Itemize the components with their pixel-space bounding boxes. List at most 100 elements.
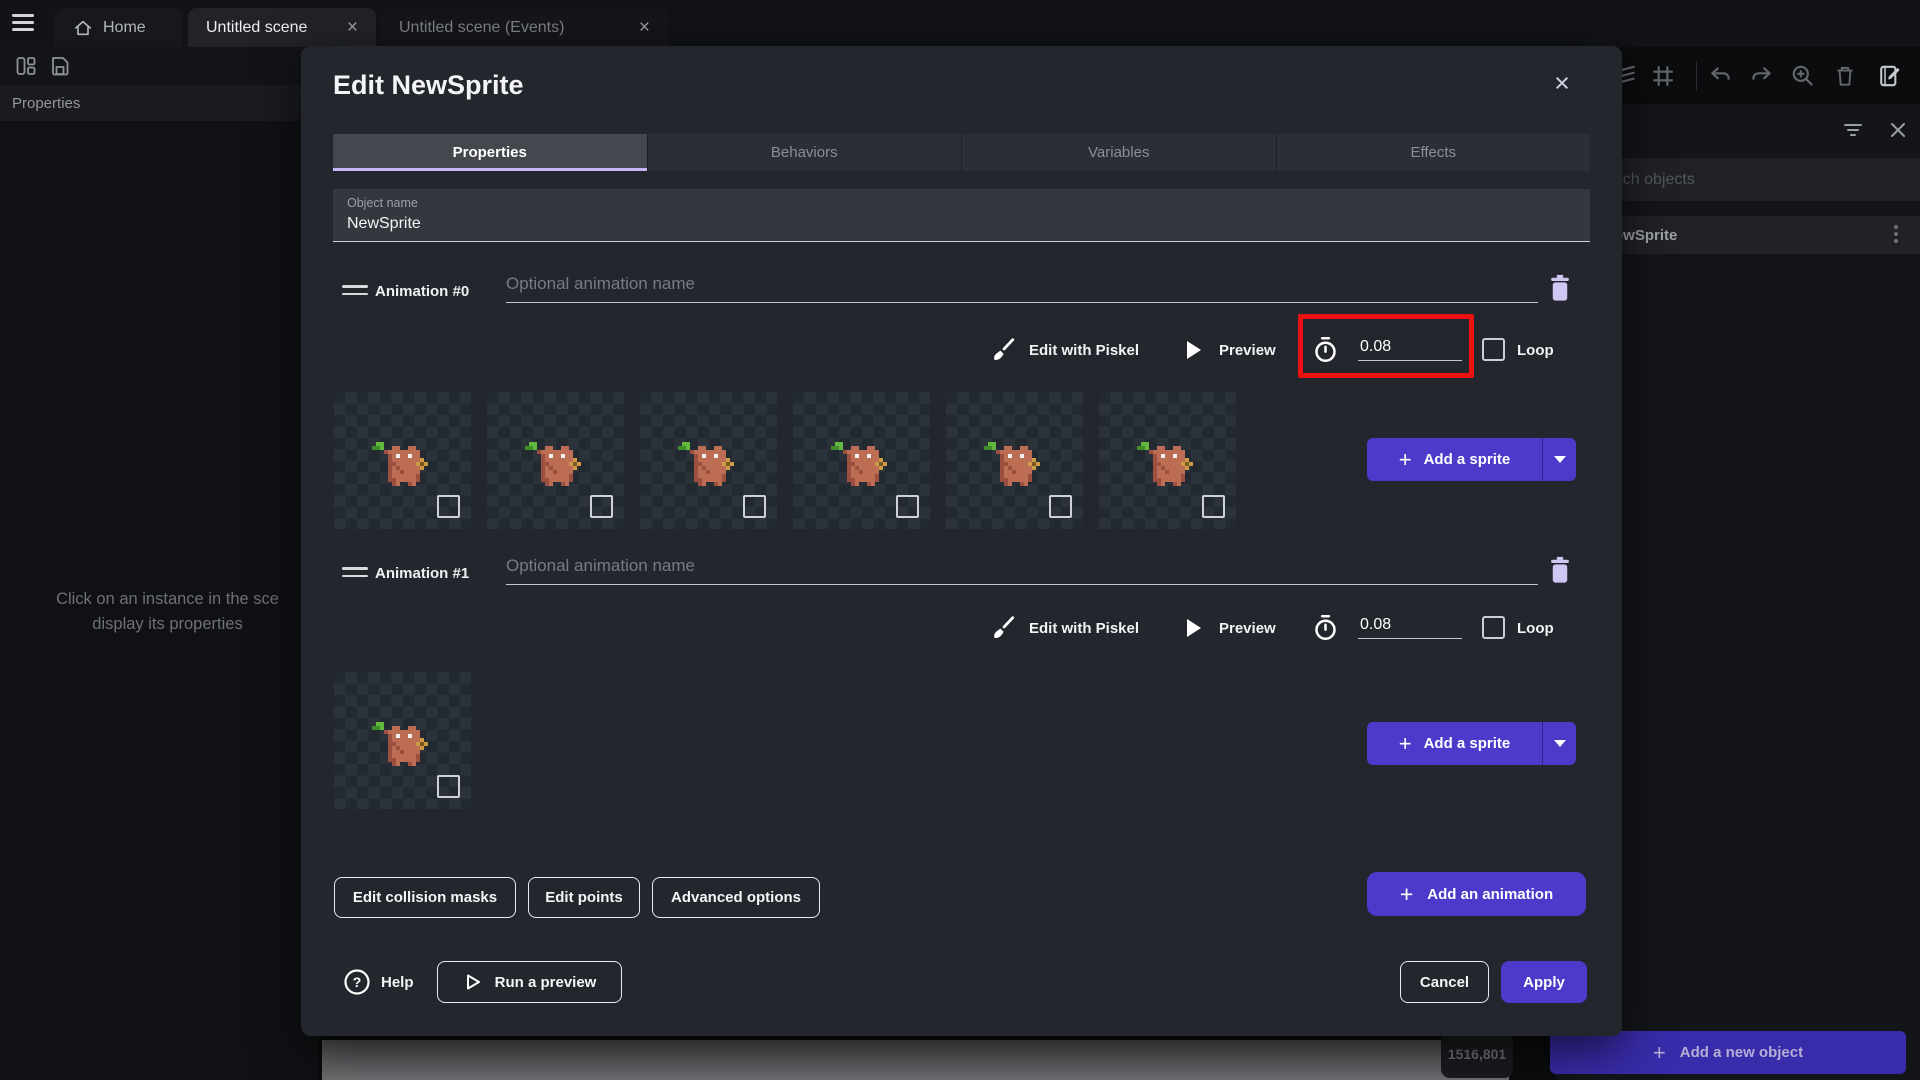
animation-1-name-input[interactable]: [506, 556, 1538, 585]
edit-with-piskel-button[interactable]: Edit with Piskel: [1029, 342, 1139, 359]
sprite-frame-tile[interactable]: [640, 392, 777, 529]
sprite-frame-tile[interactable]: [487, 392, 624, 529]
cancel-button[interactable]: Cancel: [1400, 961, 1489, 1003]
close-dialog-icon[interactable]: ×: [1547, 68, 1577, 98]
tab-label: Home: [103, 18, 146, 36]
preview-button[interactable]: Preview: [1219, 342, 1276, 359]
pig-sprite-image: [368, 434, 372, 438]
pig-sprite-image: [827, 434, 831, 438]
add-new-object-button[interactable]: + Add a new object: [1550, 1031, 1906, 1074]
main-menu-icon[interactable]: [12, 14, 34, 32]
toolbar-divider: [1696, 61, 1697, 91]
grid-icon[interactable]: [1650, 63, 1676, 89]
plus-icon: +: [1652, 1039, 1666, 1065]
plus-icon: +: [1398, 446, 1412, 472]
animation-0-label: Animation #0: [375, 283, 470, 300]
help-button[interactable]: Help: [381, 974, 414, 991]
delete-animation-icon[interactable]: [1548, 274, 1572, 302]
add-sprite-dropdown[interactable]: [1543, 438, 1576, 481]
tab-variables[interactable]: Variables: [961, 134, 1276, 171]
edit-with-piskel-button[interactable]: Edit with Piskel: [1029, 620, 1139, 637]
top-tab-bar: Home Untitled scene × Untitled scene (Ev…: [0, 0, 1920, 47]
add-sprite-dropdown[interactable]: [1543, 722, 1576, 765]
tab-label: Untitled scene (Events): [399, 18, 565, 36]
sprite-frame-tile[interactable]: [334, 392, 471, 529]
add-sprite-split-button: + Add a sprite: [1367, 438, 1576, 481]
animation-1-label: Animation #1: [375, 565, 470, 582]
frame-checkbox[interactable]: [743, 495, 766, 518]
add-sprite-button[interactable]: + Add a sprite: [1367, 722, 1543, 765]
sprite-frame-tile[interactable]: [334, 672, 471, 809]
filter-icon[interactable]: [1842, 120, 1864, 140]
animation-0-name-input[interactable]: [506, 274, 1538, 303]
cursor-coordinates-chip: 1516,801: [1441, 1030, 1513, 1078]
properties-panel: Properties Click on an instance in the s…: [0, 47, 318, 1080]
chevron-down-icon: [1553, 456, 1566, 463]
tab-behaviors[interactable]: Behaviors: [646, 134, 961, 171]
brush-icon: [994, 338, 1015, 360]
save-icon[interactable]: [48, 54, 72, 78]
sprite-frame-tile[interactable]: [1099, 392, 1236, 529]
time-between-frames-input[interactable]: [1358, 616, 1462, 639]
close-tab-icon[interactable]: ×: [639, 18, 650, 37]
edit-collision-masks-button[interactable]: Edit collision masks: [334, 877, 516, 918]
frame-checkbox[interactable]: [1202, 495, 1225, 518]
edit-sprite-dialog: Edit NewSprite × Properties Behaviors Va…: [301, 46, 1622, 1036]
edit-points-button[interactable]: Edit points: [528, 877, 640, 918]
play-icon[interactable]: [1187, 341, 1201, 359]
redo-icon[interactable]: [1748, 63, 1774, 89]
loop-checkbox[interactable]: [1482, 616, 1505, 639]
dialog-tabs: Properties Behaviors Variables Effects: [333, 134, 1590, 171]
add-animation-button[interactable]: + Add an animation: [1367, 872, 1586, 916]
tab-label: Untitled scene: [206, 18, 308, 36]
time-between-frames-input[interactable]: [1358, 338, 1462, 361]
left-toolbar: [0, 47, 318, 85]
pig-sprite-image: [1133, 434, 1137, 438]
undo-icon[interactable]: [1708, 63, 1734, 89]
plus-icon: +: [1399, 880, 1414, 907]
advanced-options-button[interactable]: Advanced options: [652, 877, 820, 918]
add-sprite-button[interactable]: + Add a sprite: [1367, 438, 1543, 481]
tab-untitled-scene-events[interactable]: Untitled scene (Events) ×: [381, 8, 668, 47]
object-name-field[interactable]: Object name NewSprite: [333, 189, 1590, 242]
chevron-down-icon: [1553, 740, 1566, 747]
tab-home[interactable]: Home: [55, 8, 183, 47]
preview-button[interactable]: Preview: [1219, 620, 1276, 637]
sprite-frame-tile[interactable]: [946, 392, 1083, 529]
tab-effects[interactable]: Effects: [1275, 134, 1590, 171]
frame-checkbox[interactable]: [1049, 495, 1072, 518]
animation-drag-handle[interactable]: [342, 285, 368, 297]
loop-checkbox[interactable]: [1482, 338, 1505, 361]
delete-animation-icon[interactable]: [1548, 556, 1572, 584]
object-name-field-label: Object name: [347, 196, 418, 210]
panel-layout-icon[interactable]: [14, 54, 38, 78]
close-tab-icon[interactable]: ×: [347, 18, 358, 37]
svg-text:?: ?: [353, 974, 362, 990]
trash-icon[interactable]: [1832, 63, 1858, 89]
help-icon[interactable]: ?: [343, 968, 371, 996]
pig-sprite-image: [980, 434, 984, 438]
object-name-field-value: NewSprite: [347, 215, 421, 232]
tab-properties[interactable]: Properties: [333, 134, 647, 171]
frame-checkbox[interactable]: [437, 495, 460, 518]
zoom-in-icon[interactable]: [1790, 63, 1816, 89]
home-icon: [74, 20, 92, 35]
animation-drag-handle[interactable]: [342, 567, 368, 579]
events-sheet-icon[interactable]: [1878, 63, 1904, 89]
dialog-title: Edit NewSprite: [333, 70, 524, 100]
run-preview-button[interactable]: Run a preview: [437, 961, 622, 1003]
sprite-frame-tile[interactable]: [793, 392, 930, 529]
frame-checkbox[interactable]: [437, 775, 460, 798]
frame-checkbox[interactable]: [896, 495, 919, 518]
tab-untitled-scene[interactable]: Untitled scene ×: [188, 8, 376, 47]
pig-sprite-image: [521, 434, 525, 438]
close-panel-icon[interactable]: [1888, 120, 1908, 140]
apply-button[interactable]: Apply: [1501, 961, 1587, 1003]
play-icon[interactable]: [1187, 619, 1201, 637]
add-sprite-split-button: + Add a sprite: [1367, 722, 1576, 765]
brush-icon: [994, 616, 1015, 638]
frame-checkbox[interactable]: [590, 495, 613, 518]
scene-canvas[interactable]: [322, 1040, 1509, 1080]
search-objects-input[interactable]: [1574, 158, 1920, 201]
object-menu-icon[interactable]: [1894, 225, 1898, 243]
